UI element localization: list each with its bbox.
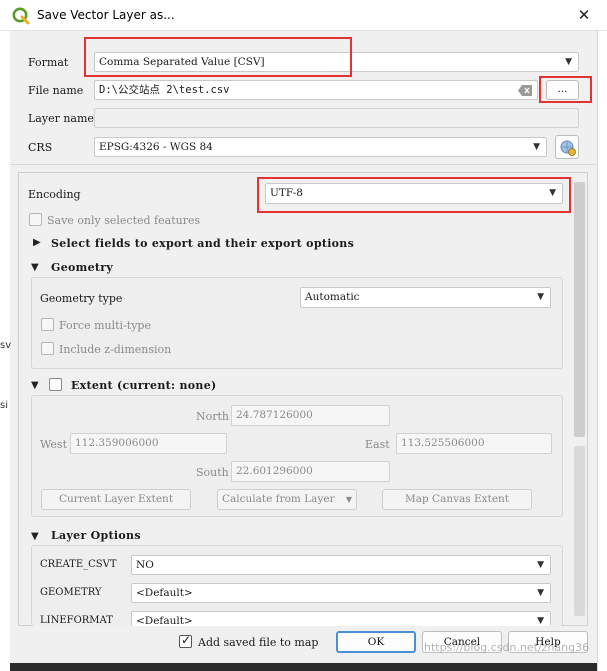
layer-option-name: GEOMETRY: [40, 587, 102, 598]
encoding-combo[interactable]: UTF-8 ▼: [265, 183, 563, 204]
format-value: Comma Separated Value [CSV]: [99, 56, 265, 68]
expand-right-icon[interactable]: ▶: [33, 237, 41, 248]
layer-option-value: NO: [136, 559, 154, 571]
crs-value: EPSG:4326 - WGS 84: [99, 141, 213, 153]
layer-option-value: <Default>: [136, 615, 193, 626]
chevron-down-icon: ▼: [537, 292, 544, 302]
layer-option-value: <Default>: [136, 587, 193, 599]
ok-button[interactable]: OK: [336, 631, 416, 653]
extent-checkbox[interactable]: [49, 378, 62, 391]
watermark: https://blog.csdn.net/zhang36: [424, 641, 590, 654]
separator: [10, 164, 597, 165]
chevron-down-icon: ▼: [549, 188, 556, 198]
scrollbar-track-lower[interactable]: [574, 446, 585, 616]
qgis-logo-icon: [12, 7, 30, 25]
north-label: North: [196, 410, 230, 423]
north-input[interactable]: 24.787126000: [231, 405, 390, 426]
east-input[interactable]: 113.525506000: [396, 433, 552, 454]
chevron-down-icon: ▼: [533, 142, 540, 152]
south-input[interactable]: 22.601296000: [231, 461, 390, 482]
chevron-down-icon: ▼: [345, 495, 352, 504]
add-saved-label: Add saved file to map: [198, 636, 319, 649]
filename-value: D:\公交站点 2\test.csv: [99, 84, 230, 96]
layer-option-combo[interactable]: NO ▼: [131, 555, 551, 575]
filename-label: File name: [28, 84, 84, 97]
encoding-value: UTF-8: [270, 187, 303, 199]
filename-input[interactable]: D:\公交站点 2\test.csv: [94, 80, 538, 100]
add-saved-checkbox[interactable]: [179, 633, 192, 648]
west-label: West: [40, 438, 67, 451]
geometry-type-value: Automatic: [305, 291, 360, 303]
geometry-header[interactable]: Geometry: [51, 261, 113, 274]
background-fragment: sv: [0, 340, 12, 351]
right-border: [597, 31, 607, 671]
layername-input[interactable]: [94, 108, 579, 128]
map-canvas-extent-button[interactable]: Map Canvas Extent: [382, 489, 532, 510]
layer-option-combo[interactable]: <Default> ▼: [131, 611, 551, 626]
current-layer-extent-button[interactable]: Current Layer Extent: [41, 489, 191, 510]
crs-combo[interactable]: EPSG:4326 - WGS 84 ▼: [94, 137, 547, 157]
clear-icon[interactable]: [518, 85, 532, 96]
format-label: Format: [28, 56, 69, 69]
collapse-down-icon[interactable]: ▼: [31, 531, 39, 542]
chevron-down-icon: ▼: [537, 588, 544, 598]
background-fragment: si: [0, 400, 8, 411]
encoding-label: Encoding: [28, 188, 81, 201]
collapse-down-icon[interactable]: ▼: [31, 380, 39, 391]
south-label: South: [196, 466, 229, 479]
geometry-type-combo[interactable]: Automatic ▼: [300, 287, 551, 308]
layer-option-combo[interactable]: <Default> ▼: [131, 583, 551, 603]
layername-label: Layer name: [28, 112, 94, 125]
chevron-down-icon: ▼: [565, 57, 572, 67]
save-selected-checkbox[interactable]: [29, 213, 42, 226]
west-value: 112.359006000: [75, 437, 159, 449]
close-icon[interactable]: ✕: [572, 4, 596, 26]
chevron-down-icon: ▼: [537, 616, 544, 626]
east-value: 113.525506000: [401, 437, 485, 449]
south-value: 22.601296000: [236, 465, 313, 477]
chevron-down-icon: ▼: [537, 560, 544, 570]
save-selected-label: Save only selected features: [47, 214, 201, 227]
crs-label: CRS: [28, 141, 53, 154]
window-title: Save Vector Layer as...: [37, 8, 175, 22]
north-value: 24.787126000: [236, 409, 313, 421]
format-combo[interactable]: Comma Separated Value [CSV] ▼: [94, 52, 579, 72]
globe-gear-icon: [560, 140, 576, 156]
include-z-checkbox[interactable]: [41, 342, 54, 355]
force-multi-checkbox[interactable]: [41, 318, 54, 331]
extent-header[interactable]: Extent (current: none): [71, 379, 217, 392]
collapse-down-icon[interactable]: ▼: [31, 262, 39, 273]
include-z-label: Include z-dimension: [59, 343, 172, 356]
select-fields-toggle[interactable]: Select fields to export and their export…: [51, 237, 354, 250]
east-label: East: [365, 438, 390, 451]
browse-button[interactable]: ...: [546, 80, 579, 100]
calculate-from-layer-label: Calculate from Layer: [222, 493, 335, 505]
west-input[interactable]: 112.359006000: [70, 433, 227, 454]
geometry-type-label: Geometry type: [40, 292, 123, 305]
left-border: [0, 31, 10, 671]
calculate-from-layer-button[interactable]: Calculate from Layer ▼: [217, 489, 357, 510]
layer-option-name: LINEFORMAT: [40, 615, 113, 626]
scrollbar-thumb[interactable]: [574, 182, 585, 437]
background-map-strip: [10, 663, 597, 671]
force-multi-label: Force multi-type: [59, 319, 151, 332]
crs-select-button[interactable]: [555, 135, 579, 159]
layer-option-name: CREATE_CSVT: [40, 559, 117, 570]
layer-options-header[interactable]: Layer Options: [51, 529, 141, 542]
